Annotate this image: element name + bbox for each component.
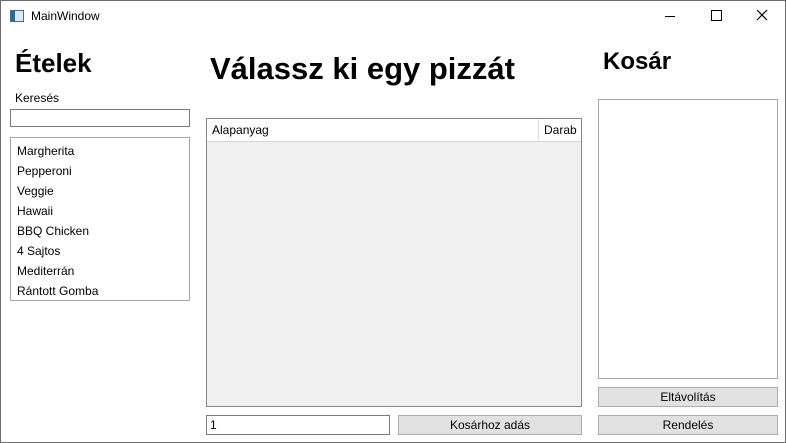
grid-header: Alapanyag Darab — [207, 119, 581, 142]
column-divider[interactable] — [538, 119, 539, 141]
cart-heading: Kosár — [603, 48, 672, 75]
food-list-item[interactable]: Hawaii — [11, 201, 189, 221]
search-label: Keresés — [15, 91, 60, 105]
foods-heading: Ételek — [15, 48, 92, 78]
maximize-button[interactable] — [693, 1, 739, 31]
food-list-item[interactable]: Mediterrán — [11, 261, 189, 281]
close-button[interactable] — [739, 1, 785, 31]
ingredients-grid[interactable]: Alapanyag Darab — [206, 118, 582, 407]
cart-list[interactable] — [598, 99, 778, 379]
order-button[interactable]: Rendelés — [598, 415, 778, 435]
maximize-icon — [711, 10, 722, 21]
app-window-icon — [10, 10, 24, 22]
food-list-item[interactable]: Pepperoni — [11, 161, 189, 181]
close-icon — [756, 9, 768, 21]
title-bar[interactable]: MainWindow — [1, 1, 785, 31]
quantity-input[interactable] — [206, 415, 390, 435]
search-input[interactable] — [10, 109, 190, 127]
window-title: MainWindow — [31, 9, 100, 23]
food-list[interactable]: Margherita Pepperoni Veggie Hawaii BBQ Chick… — [10, 137, 190, 301]
food-list-item[interactable]: Rántott Gomba — [11, 281, 189, 301]
column-header-ingredient[interactable]: Alapanyag — [212, 123, 269, 137]
food-list-item[interactable]: 4 Sajtos — [11, 241, 189, 261]
main-window: MainWindow Ételek Keresés Margherita Pepp… — [0, 0, 786, 443]
add-to-cart-button[interactable]: Kosárhoz adás — [398, 415, 582, 435]
minimize-icon — [665, 16, 675, 17]
minimize-button[interactable] — [647, 1, 693, 31]
food-list-item[interactable]: BBQ Chicken — [11, 221, 189, 241]
column-header-quantity[interactable]: Darab — [544, 123, 577, 137]
food-list-item[interactable]: Margherita — [11, 141, 189, 161]
food-list-item[interactable]: Veggie — [11, 181, 189, 201]
pizza-select-heading: Válassz ki egy pizzát — [210, 51, 515, 86]
remove-button[interactable]: Eltávolítás — [598, 387, 778, 407]
